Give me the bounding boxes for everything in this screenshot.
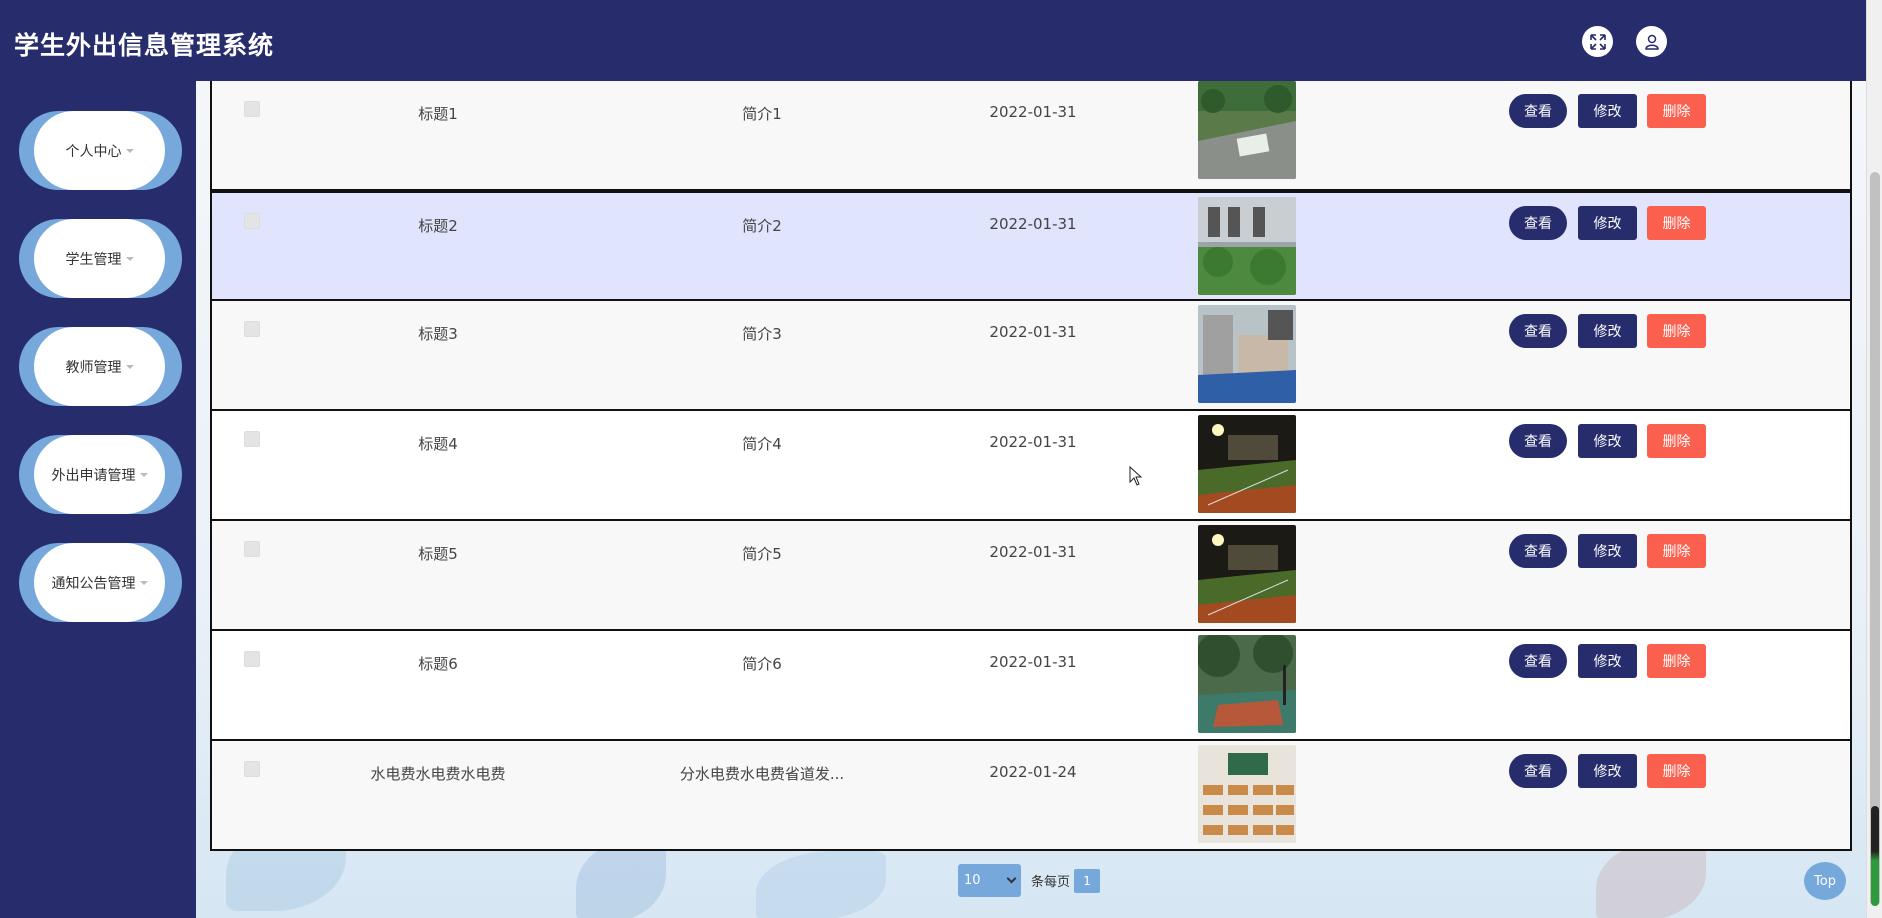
- row-checkbox[interactable]: [244, 431, 260, 447]
- sidebar-item-outing-application[interactable]: 外出申请管理: [19, 435, 182, 514]
- delete-button[interactable]: 删除: [1647, 754, 1706, 788]
- intro-cell: 简介5: [742, 545, 782, 563]
- chevron-down-icon: [139, 580, 148, 585]
- date-cell: 2022-01-31: [989, 433, 1077, 451]
- edit-button[interactable]: 修改: [1578, 754, 1637, 788]
- view-button[interactable]: 查看: [1509, 424, 1567, 458]
- row-checkbox[interactable]: [244, 213, 260, 229]
- sidebar-item-label: 外出申请管理: [51, 467, 136, 484]
- chevron-down-icon: [125, 256, 134, 261]
- row-image: [1198, 197, 1296, 295]
- title-cell: 标题5: [418, 545, 458, 563]
- chevron-down-icon: [139, 472, 148, 477]
- mouse-cursor-icon: [1129, 466, 1143, 486]
- delete-button[interactable]: 删除: [1647, 314, 1706, 348]
- table-row: 标题6 简介6 2022-01-31 查看 修改 删除: [210, 631, 1852, 741]
- row-image: [1198, 305, 1296, 403]
- title-cell: 标题2: [418, 217, 458, 235]
- intro-cell: 简介1: [742, 105, 782, 123]
- title-cell: 标题6: [418, 655, 458, 673]
- data-table: 标题1 简介1 2022-01-31 查看 修改 删除 标题2 简介2 2022…: [210, 81, 1852, 851]
- app-title: 学生外出信息管理系统: [14, 31, 275, 60]
- chevron-down-icon: [125, 364, 134, 369]
- date-cell: 2022-01-24: [989, 763, 1077, 781]
- table-row: 标题5 简介5 2022-01-31 查看 修改 删除: [210, 521, 1852, 631]
- user-icon[interactable]: [1636, 26, 1667, 57]
- intro-cell: 简介3: [742, 325, 782, 343]
- intro-cell: 简介4: [742, 435, 782, 453]
- table-row: 标题4 简介4 2022-01-31 查看 修改 删除: [210, 411, 1852, 521]
- sidebar-item-notice-management[interactable]: 通知公告管理: [19, 543, 182, 622]
- edit-button[interactable]: 修改: [1578, 424, 1637, 458]
- row-image: [1198, 525, 1296, 623]
- delete-button[interactable]: 删除: [1647, 424, 1706, 458]
- row-checkbox[interactable]: [244, 101, 260, 117]
- sidebar-item-personal-center[interactable]: 个人中心: [19, 111, 182, 190]
- edit-button[interactable]: 修改: [1578, 206, 1637, 240]
- sidebar-item-label: 学生管理: [65, 251, 122, 268]
- date-cell: 2022-01-31: [989, 653, 1077, 671]
- scrollbar[interactable]: [1866, 0, 1882, 918]
- sidebar-item-student-management[interactable]: 学生管理: [19, 219, 182, 298]
- intro-cell: 简介2: [742, 217, 782, 235]
- main-content: 标题1 简介1 2022-01-31 查看 修改 删除 标题2 简介2 2022…: [196, 81, 1866, 918]
- table-row: 水电费水电费水电费 分水电费水电费省道发... 2022-01-24 查看 修改…: [210, 741, 1852, 851]
- back-to-top-button[interactable]: Top: [1804, 862, 1846, 900]
- page-size-value: 10: [964, 873, 981, 888]
- sidebar: 个人中心 学生管理 教师管理 外出申请管理 通知公告管理: [0, 81, 196, 918]
- view-button[interactable]: 查看: [1509, 94, 1567, 128]
- row-image: [1198, 635, 1296, 733]
- intro-cell: 简介6: [742, 655, 782, 673]
- title-cell: 标题4: [418, 435, 458, 453]
- sidebar-item-label: 个人中心: [65, 143, 122, 160]
- edit-button[interactable]: 修改: [1578, 314, 1637, 348]
- row-checkbox[interactable]: [244, 541, 260, 557]
- row-checkbox[interactable]: [244, 651, 260, 667]
- view-button[interactable]: 查看: [1509, 206, 1567, 240]
- edit-button[interactable]: 修改: [1578, 534, 1637, 568]
- chevron-down-icon: [1006, 873, 1017, 884]
- table-row: 标题1 简介1 2022-01-31 查看 修改 删除: [210, 81, 1852, 191]
- sidebar-item-teacher-management[interactable]: 教师管理: [19, 327, 182, 406]
- decor-leaf: [756, 851, 886, 918]
- delete-button[interactable]: 删除: [1647, 206, 1706, 240]
- title-cell: 水电费水电费水电费: [370, 765, 506, 783]
- scroll-indicator: [1871, 806, 1879, 906]
- intro-cell: 分水电费水电费省道发...: [679, 765, 845, 783]
- row-image: [1198, 415, 1296, 513]
- date-cell: 2022-01-31: [989, 215, 1077, 233]
- date-cell: 2022-01-31: [989, 103, 1077, 121]
- edit-button[interactable]: 修改: [1578, 94, 1637, 128]
- sidebar-item-label: 教师管理: [65, 359, 122, 376]
- date-cell: 2022-01-31: [989, 543, 1077, 561]
- decor-leaf: [1596, 841, 1706, 918]
- scrollbar-thumb[interactable]: [1870, 172, 1880, 906]
- view-button[interactable]: 查看: [1509, 644, 1567, 678]
- table-row: 标题2 简介2 2022-01-31 查看 修改 删除: [210, 191, 1852, 301]
- fullscreen-icon[interactable]: [1582, 26, 1613, 57]
- delete-button[interactable]: 删除: [1647, 94, 1706, 128]
- page-number-button[interactable]: 1: [1074, 868, 1101, 893]
- row-checkbox[interactable]: [244, 321, 260, 337]
- page-size-select[interactable]: 10: [958, 864, 1021, 897]
- row-checkbox[interactable]: [244, 761, 260, 777]
- decor-leaf: [576, 841, 666, 918]
- delete-button[interactable]: 删除: [1647, 534, 1706, 568]
- per-page-label: 条每页: [1031, 875, 1071, 890]
- view-button[interactable]: 查看: [1509, 314, 1567, 348]
- row-image: [1198, 745, 1296, 843]
- delete-button[interactable]: 删除: [1647, 644, 1706, 678]
- row-image: [1198, 81, 1296, 179]
- chevron-down-icon: [125, 148, 134, 153]
- pagination: 10 条每页 1: [958, 864, 1101, 897]
- title-cell: 标题1: [418, 105, 458, 123]
- table-row: 标题3 简介3 2022-01-31 查看 修改 删除: [210, 301, 1852, 411]
- title-cell: 标题3: [418, 325, 458, 343]
- top-header: 学生外出信息管理系统: [0, 0, 1866, 81]
- view-button[interactable]: 查看: [1509, 534, 1567, 568]
- edit-button[interactable]: 修改: [1578, 644, 1637, 678]
- sidebar-item-label: 通知公告管理: [51, 575, 136, 592]
- view-button[interactable]: 查看: [1509, 754, 1567, 788]
- date-cell: 2022-01-31: [989, 323, 1077, 341]
